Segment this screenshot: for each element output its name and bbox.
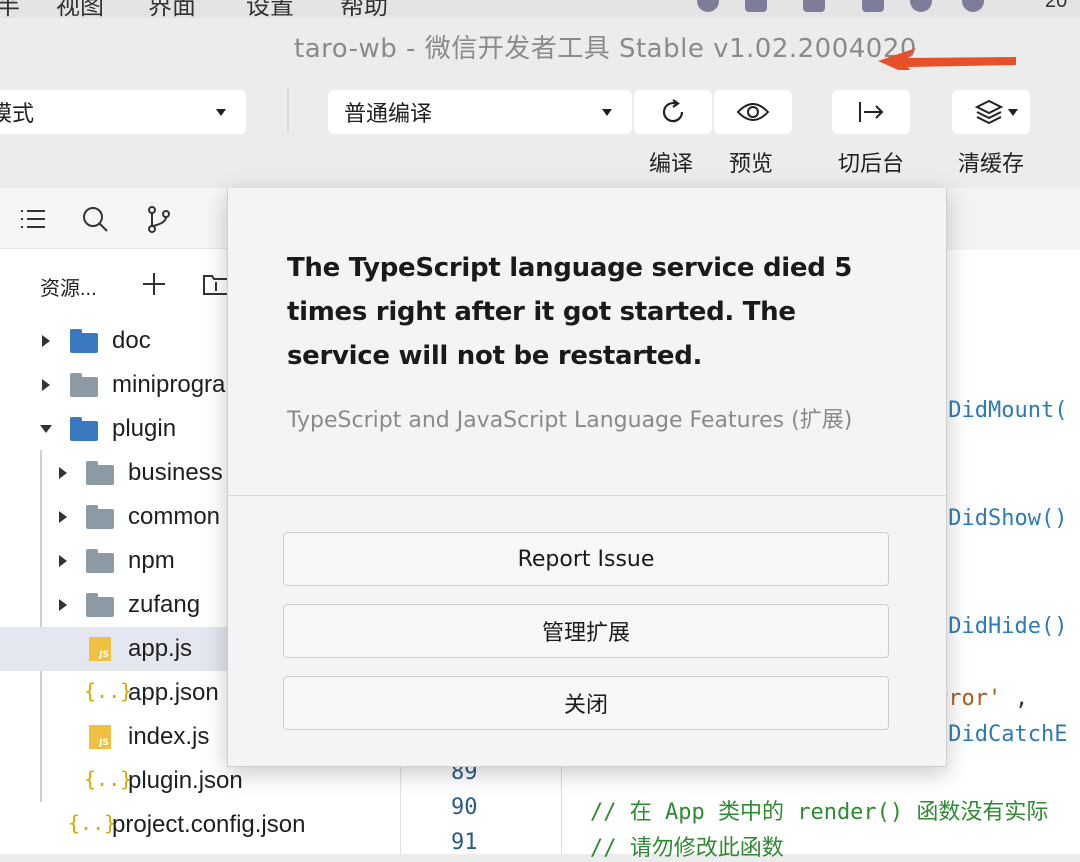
compile-button[interactable] <box>634 90 712 134</box>
compile-label: 编译 <box>648 151 693 176</box>
clear-cache-button[interactable] <box>952 90 1030 134</box>
tree-item-label: common <box>128 503 221 530</box>
json-file-icon: {..} <box>84 679 133 703</box>
chevron-right-icon <box>59 511 67 523</box>
menu-item-interface[interactable]: 界面 <box>148 0 196 18</box>
explorer-title: 资源... <box>40 278 97 300</box>
chevron-right-icon <box>59 555 67 567</box>
tree-item-label: business <box>128 459 223 486</box>
tree-item-label: project.config.json <box>112 811 306 838</box>
report-issue-button[interactable]: Report Issue <box>283 532 889 586</box>
line-number: 90 <box>451 795 478 820</box>
eye-icon <box>736 103 770 121</box>
new-folder-icon[interactable] <box>202 270 230 298</box>
switch-background-button[interactable] <box>832 90 910 134</box>
error-dialog: The TypeScript language service died 5 t… <box>227 188 947 767</box>
menu-item-help[interactable]: 帮助 <box>340 0 388 18</box>
dialog-message: The TypeScript language service died 5 t… <box>287 253 853 371</box>
tree-item-label: doc <box>112 327 151 354</box>
chevron-down-icon <box>40 425 52 433</box>
status-icon[interactable] <box>745 0 767 12</box>
folder-icon <box>86 461 114 485</box>
json-file-icon: {..} <box>84 767 133 791</box>
chevron-down-icon <box>602 109 612 116</box>
chevron-right-icon <box>42 335 50 347</box>
refresh-icon <box>662 99 684 123</box>
folder-open-icon <box>70 417 98 441</box>
js-file-icon: JS <box>89 637 111 661</box>
folder-icon <box>86 593 114 617</box>
tree-item-label: plugin <box>112 415 177 442</box>
menu-item-view[interactable]: 视图 <box>56 0 104 18</box>
status-icon[interactable] <box>697 0 719 12</box>
chevron-right-icon <box>42 379 50 391</box>
code-line: tDidCatchE <box>935 722 1068 747</box>
toolbar-divider <box>287 88 289 132</box>
dialog-divider <box>228 495 946 496</box>
line-number: 91 <box>451 830 478 855</box>
tree-item-label: index.js <box>128 723 210 750</box>
folder-icon <box>86 549 114 573</box>
menu-item-partial[interactable]: 半 <box>0 0 20 18</box>
chevron-right-icon <box>59 467 67 479</box>
mode-select[interactable]: 模式 <box>0 90 246 134</box>
json-file-icon: {..} <box>68 811 117 835</box>
list-icon[interactable] <box>18 204 48 234</box>
code-line: tDidShow() <box>935 506 1068 531</box>
status-icon[interactable] <box>862 0 884 12</box>
chevron-right-icon <box>59 599 67 611</box>
code-line: tDidMount( <box>935 398 1068 423</box>
menu-item-settings[interactable]: 设置 <box>246 0 294 18</box>
mode-select-value: 模式 <box>0 101 35 126</box>
switch-background-icon <box>859 102 884 122</box>
folder-icon <box>86 505 114 529</box>
chevron-down-icon <box>1008 109 1018 116</box>
folder-icon <box>70 329 98 353</box>
toolbar: 模式 普通编译 编译 预览 切后台 清缓存 <box>0 70 1080 188</box>
code-comment: // 在 App 类中的 render() 函数没有实际 <box>590 800 1049 825</box>
compile-select-value: 普通编译 <box>344 101 433 126</box>
tree-item-label: plugin.json <box>128 767 243 794</box>
tree-item-file[interactable]: {..} project.config.json <box>0 803 400 847</box>
dialog-source: TypeScript and JavaScript Language Featu… <box>287 408 853 433</box>
tree-item-label: zufang <box>128 591 201 618</box>
tree-item-label: app.json <box>128 679 219 706</box>
status-icon[interactable] <box>910 0 932 12</box>
compile-select[interactable]: 普通编译 <box>328 90 632 134</box>
tree-item-label: npm <box>128 547 175 574</box>
code-comment: // 请勿修改此函数 <box>590 836 784 861</box>
clock-text: 20 <box>1045 0 1068 12</box>
source-control-icon[interactable] <box>144 204 174 234</box>
chevron-down-icon <box>216 109 226 116</box>
close-button[interactable]: 关闭 <box>283 676 889 730</box>
code-line: , <box>1015 686 1029 711</box>
menu-bar: 半 视图 界面 设置 帮助 20 <box>0 0 1080 18</box>
preview-button[interactable] <box>714 90 792 134</box>
search-icon[interactable] <box>80 204 110 234</box>
tree-item-label: app.js <box>128 635 193 662</box>
plus-icon[interactable] <box>140 270 168 298</box>
switch-background-label: 切后台 <box>837 151 904 176</box>
title-bar: taro-wb - 微信开发者工具 Stable v1.02.2004020 <box>0 18 1080 78</box>
window-title: taro-wb - 微信开发者工具 Stable v1.02.2004020 <box>294 34 917 64</box>
status-icon[interactable] <box>962 0 984 12</box>
tree-item-label: miniprogra <box>112 371 226 398</box>
code-line: tDidHide() <box>935 614 1068 639</box>
manage-extension-button[interactable]: 管理扩展 <box>283 604 889 658</box>
layers-icon <box>974 99 1004 125</box>
preview-label: 预览 <box>728 151 773 176</box>
folder-icon <box>70 373 98 397</box>
js-file-icon: JS <box>89 725 111 749</box>
clear-cache-label: 清缓存 <box>957 151 1024 176</box>
status-icon[interactable] <box>803 0 825 12</box>
